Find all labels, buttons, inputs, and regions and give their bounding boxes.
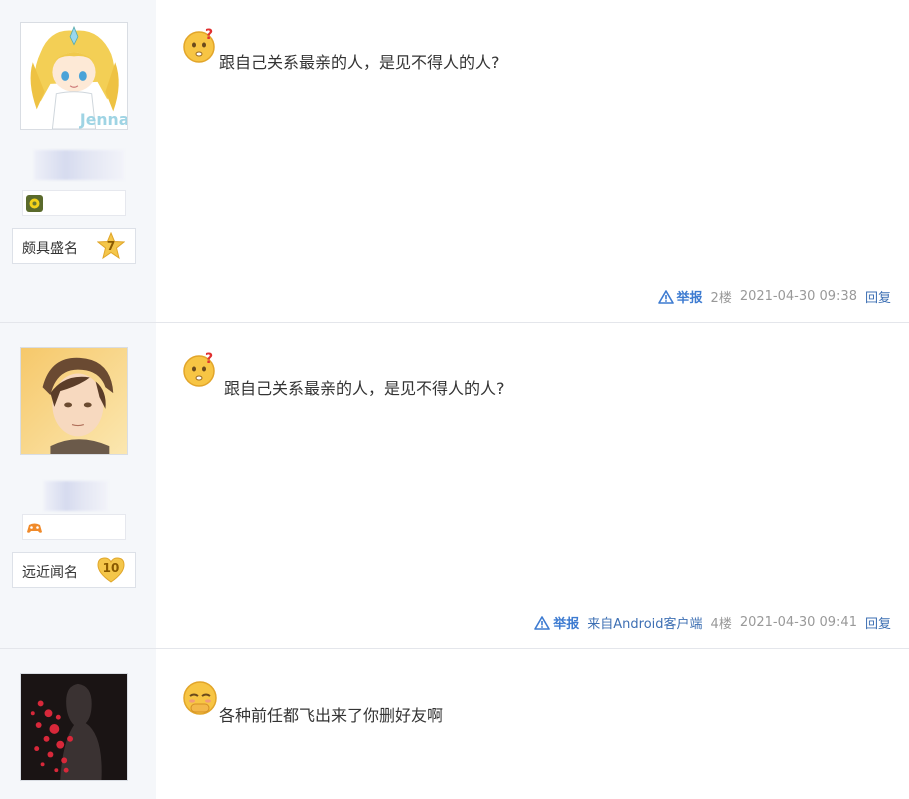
post-meta: 举报 来自Android客户端 4楼 2021-04-30 09:41 回复 <box>534 613 891 632</box>
username-blurred[interactable] <box>44 481 108 511</box>
level-title: 远近闻名 <box>22 565 78 581</box>
user-avatar[interactable] <box>20 673 128 781</box>
user-avatar[interactable] <box>20 347 128 455</box>
level-badge[interactable]: 远近闻名 10 <box>12 552 136 588</box>
level-title: 颇具盛名 <box>22 241 78 257</box>
report-link[interactable]: 举报 <box>657 287 703 306</box>
level-number: 10 <box>102 561 120 575</box>
gamepad-badge-icon <box>27 523 42 533</box>
post-floor-2: Jenna 颇具盛名 7 ? 跟自己关系最亲的人，是见不得人的人? 举报 2楼 … <box>0 0 909 323</box>
confused-face-emoji: ? <box>183 351 215 387</box>
confused-face-emoji: ? <box>183 27 215 63</box>
member-badge[interactable] <box>22 190 126 216</box>
username-blurred[interactable] <box>34 150 124 180</box>
author-sidebar: 远近闻名 10 <box>0 323 156 648</box>
post-content: 跟自己关系最亲的人，是见不得人的人? <box>219 53 500 72</box>
reply-link[interactable]: 回复 <box>865 287 891 306</box>
warning-triangle-icon <box>657 289 674 304</box>
post-time: 2021-04-30 09:38 <box>739 289 857 304</box>
author-sidebar: Jenna 颇具盛名 7 <box>0 0 156 322</box>
report-label: 举报 <box>553 617 580 632</box>
svg-text:?: ? <box>205 27 213 43</box>
author-sidebar <box>0 649 156 799</box>
floor-number: 4楼 <box>710 617 732 632</box>
reply-link[interactable]: 回复 <box>865 613 891 632</box>
anime-boy-avatar-image <box>21 348 127 454</box>
floor-number: 2楼 <box>710 291 732 306</box>
shy-face-emoji <box>183 681 217 715</box>
post-next: 各种前任都飞出来了你删好友啊 <box>0 649 909 799</box>
report-label: 举报 <box>676 291 703 306</box>
gear-badge-icon <box>26 195 43 212</box>
level-badge[interactable]: 颇具盛名 7 <box>12 228 136 264</box>
user-avatar[interactable]: Jenna <box>20 22 128 130</box>
post-time: 2021-04-30 09:41 <box>739 615 857 630</box>
svg-text:Jenna: Jenna <box>79 110 127 129</box>
post-meta: 举报 2楼 2021-04-30 09:38 回复 <box>657 287 891 306</box>
silhouette-flowers-avatar-image <box>21 674 127 780</box>
anime-girl-avatar-image: Jenna <box>21 23 127 129</box>
post-content: 各种前任都飞出来了你删好友啊 <box>219 706 444 725</box>
svg-text:?: ? <box>205 351 213 367</box>
report-link[interactable]: 举报 <box>534 613 579 632</box>
level-number: 7 <box>106 239 116 253</box>
member-badge[interactable] <box>22 514 126 540</box>
client-source-link[interactable]: 来自Android客户端 <box>587 613 702 632</box>
post-floor-4: 远近闻名 10 ? 跟自己关系最亲的人，是见不得人的人? 举报 来自Androi… <box>0 323 909 649</box>
warning-triangle-icon <box>534 615 551 630</box>
post-content: 跟自己关系最亲的人，是见不得人的人? <box>224 379 505 398</box>
